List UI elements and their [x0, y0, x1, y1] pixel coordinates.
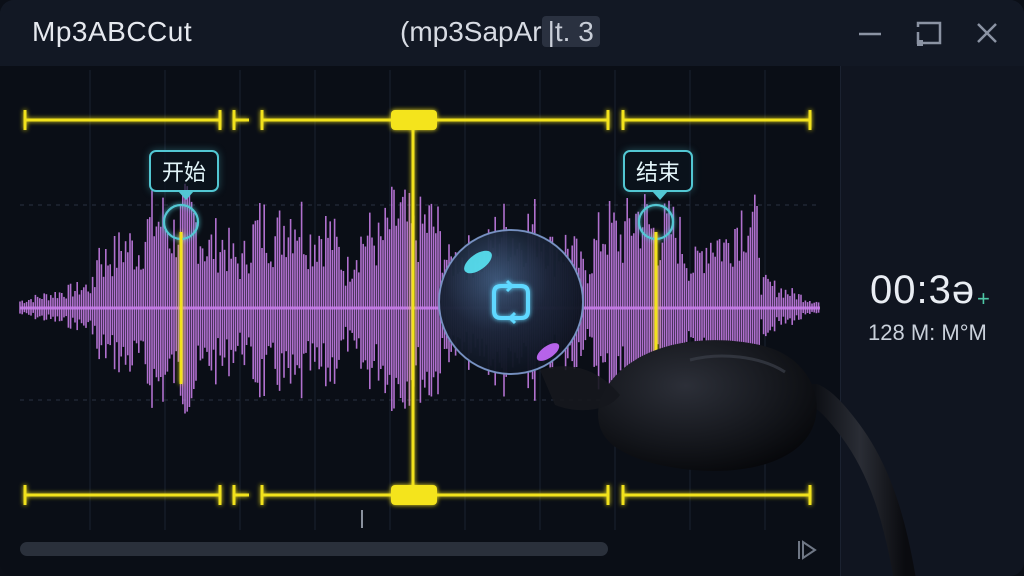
earphone-image [540, 340, 916, 576]
horizontal-scrollbar[interactable] [20, 542, 608, 556]
end-marker-label[interactable]: 结束 [623, 150, 693, 200]
time-readout: 00:3ə [870, 268, 976, 312]
bitrate-readout: 128 M: M°M [868, 320, 987, 345]
start-marker-label[interactable]: 开始 [149, 150, 219, 200]
playhead-bottom-handle[interactable] [391, 485, 437, 505]
loop-button[interactable] [438, 229, 584, 375]
playhead-top-handle[interactable] [391, 110, 437, 130]
app-window: Mp3ABCCut (mp3SapAr |t. 3 开始 结束 00:3ə + … [0, 0, 1024, 576]
play-icon[interactable] [796, 538, 818, 562]
time-plus-indicator[interactable]: + [977, 286, 990, 312]
